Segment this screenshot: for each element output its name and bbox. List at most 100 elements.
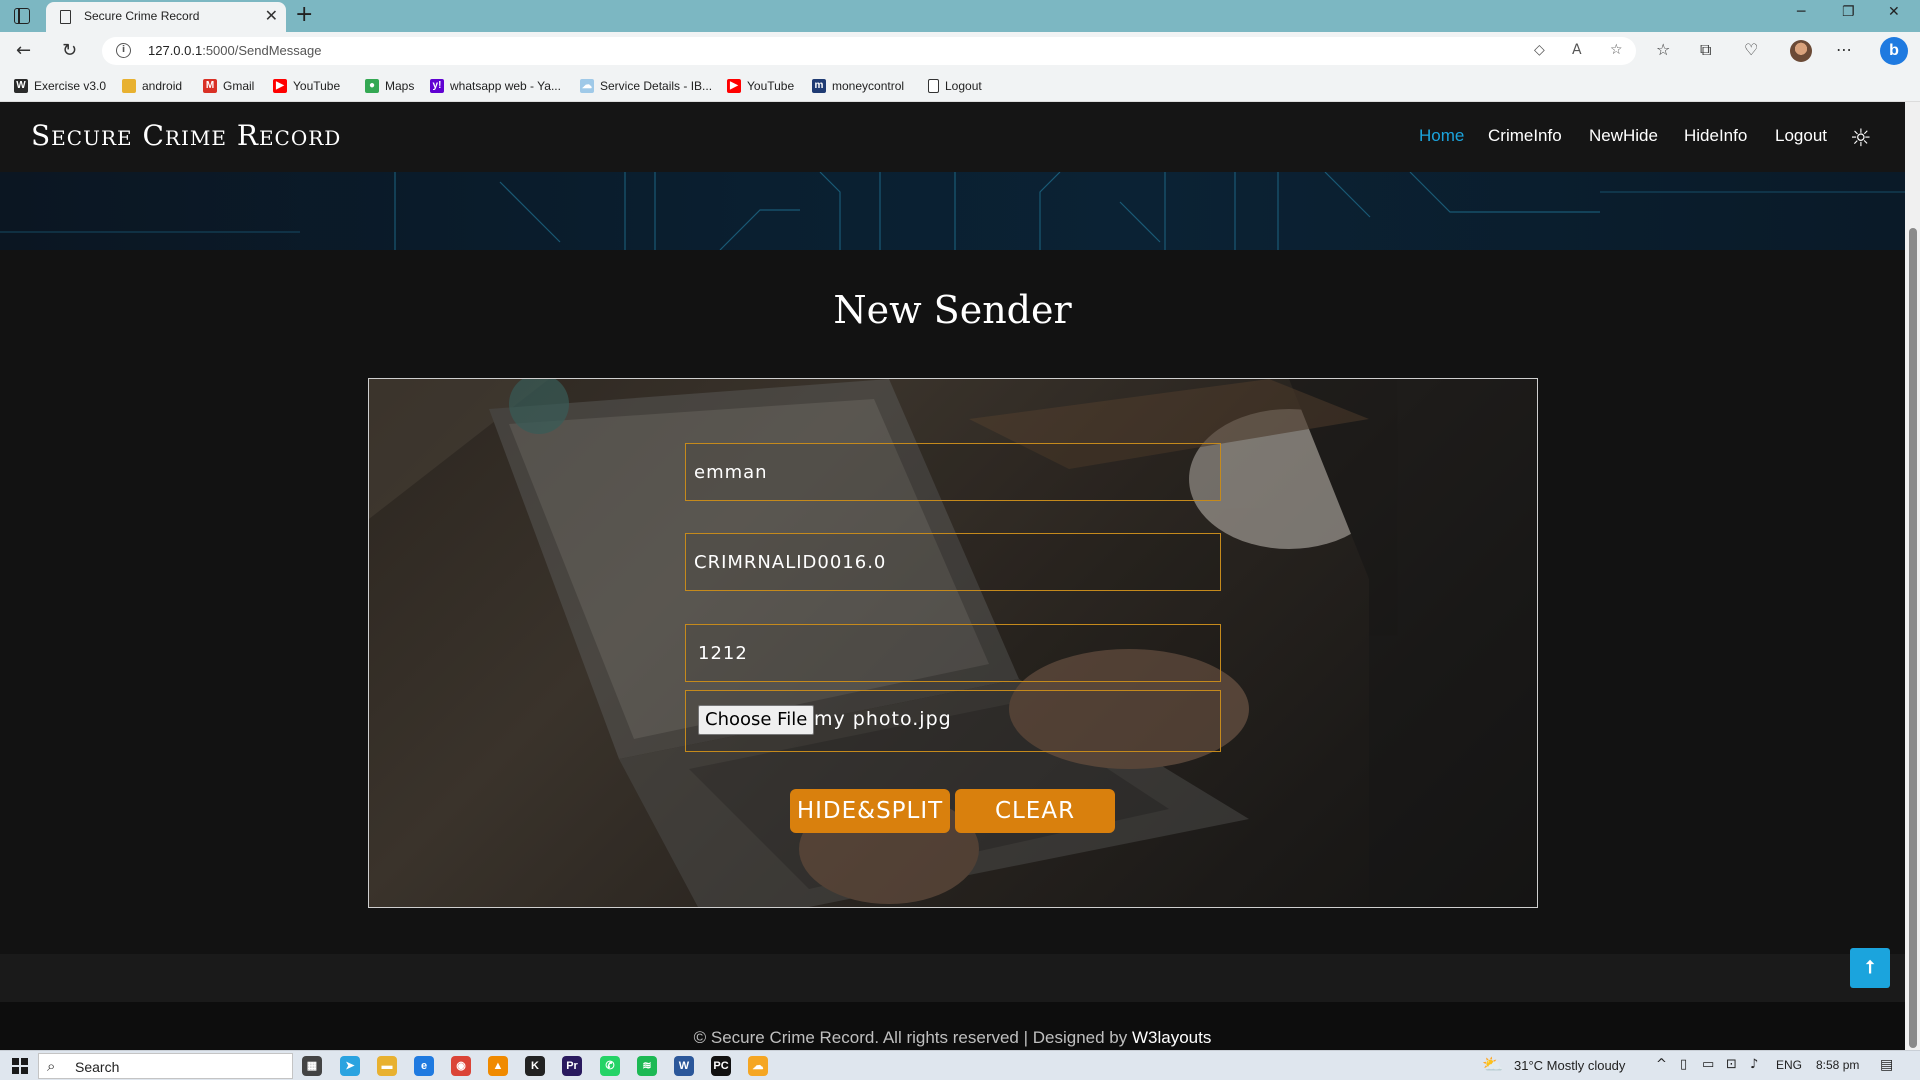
scroll-to-top-button[interactable]: ⭡ [1850,948,1890,988]
minimize-icon[interactable]: ─ [1797,4,1805,20]
tab-actions-icon[interactable] [14,8,30,24]
read-aloud-icon[interactable]: A [1572,42,1582,58]
clock[interactable]: 8:58 pm [1816,1058,1859,1072]
bookmark-icon [928,79,939,93]
bing-icon[interactable]: b [1880,37,1908,65]
bookmark-android[interactable]: android [122,78,182,94]
file-name: my photo.jpg [814,708,952,730]
profile-icon[interactable] [1790,40,1812,62]
premiere-icon[interactable]: Pr [562,1056,582,1076]
word-icon[interactable]: W [674,1056,694,1076]
bookmark-logout[interactable]: Logout [928,78,982,94]
new-tab-icon[interactable]: + [295,2,313,27]
favorites-add-icon[interactable]: ☆ [1610,42,1623,58]
sun-icon[interactable]: ☼ [1850,124,1872,152]
weather-text[interactable]: 31°C Mostly cloudy [1514,1058,1625,1073]
site-navbar: Secure Crime Record Home CrimeInfo NewHi… [0,102,1905,172]
hide-split-button[interactable]: HIDE&SPLIT [790,789,950,833]
windows-start-icon[interactable] [12,1058,28,1074]
footer-strip [0,954,1905,1002]
chevron-up-icon[interactable]: ^ [1656,1057,1667,1072]
site-brand[interactable]: Secure Crime Record [31,119,341,152]
page-title: New Sender [833,288,1072,332]
task-view-icon[interactable]: ▦ [302,1056,322,1076]
crime-id-value: CRIMRNALID0016.0 [694,552,887,573]
favorites-icon[interactable]: ☆ [1656,40,1670,59]
nav-crimeinfo[interactable]: CrimeInfo [1488,126,1562,146]
volume-icon[interactable]: ♪ [1750,1057,1758,1072]
browser-tab-bar: Secure Crime Record ✕ + ─ ❐ ✕ [0,0,1920,32]
onedrive-icon[interactable]: ☁ [748,1056,768,1076]
w3layouts-link[interactable]: W3layouts [1132,1028,1211,1047]
nav-newhide[interactable]: NewHide [1589,126,1658,146]
footer-copyright: © Secure Crime Record. All rights reserv… [693,1028,1212,1047]
bookmark-icon: M [203,79,217,93]
bookmark-label: Maps [385,79,415,93]
notification-icon[interactable]: ▤ [1880,1057,1893,1073]
bookmark-gmail[interactable]: M Gmail [203,78,254,94]
search-label: Search [75,1059,120,1075]
crime-id-field[interactable]: CRIMRNALID0016.0 [685,533,1221,591]
choose-file-button[interactable]: Choose File [698,705,815,735]
extensions-icon[interactable]: ♡ [1744,40,1758,59]
bookmark-service-details[interactable]: ☁ Service Details - IB... [580,78,712,94]
chrome-icon[interactable]: ◉ [451,1056,471,1076]
telegram-icon[interactable]: ➤ [340,1056,360,1076]
bookmark-label: YouTube [747,79,795,93]
bookmark-youtube[interactable]: ▶ YouTube [273,78,340,94]
restore-icon[interactable]: ❐ [1842,4,1855,20]
taskbar-search-input[interactable]: ⌕ Search [38,1053,293,1079]
back-icon[interactable]: ← [16,40,31,61]
site-info-icon[interactable]: i [116,43,131,58]
page-scrollbar[interactable] [1905,102,1920,1050]
page-icon [60,10,71,24]
spotify-icon[interactable]: ≋ [637,1056,657,1076]
sender-form: emman CRIMRNALID0016.0 1212 Choose File … [368,378,1538,908]
pycharm-icon[interactable]: PC [711,1056,731,1076]
nav-logout[interactable]: Logout [1775,126,1827,146]
close-tab-icon[interactable]: ✕ [265,6,278,25]
file-upload-field[interactable]: Choose File my photo.jpg [685,690,1221,752]
nav-hideinfo[interactable]: HideInfo [1684,126,1747,146]
bookmark-label: Logout [945,79,982,93]
url-input[interactable]: i 127.0.0.1:5000/SendMessage ◇ A ☆ [102,37,1636,65]
bookmark-exercise[interactable]: W Exercise v3.0 [14,78,106,94]
more-icon[interactable]: ⋯ [1836,40,1852,59]
battery-icon[interactable]: ▭ [1702,1057,1714,1072]
clear-button[interactable]: CLEAR [955,789,1115,833]
windows-taskbar: ⌕ Search ▦ ➤ ▬ e ◉ ▲ K Pr ✆ ≋ W PC ☁ ⛅ 31°C Mostly c… [0,1050,1920,1080]
bookmark-icon: W [14,79,28,93]
file-explorer-icon[interactable]: ▬ [377,1056,397,1076]
bookmark-whatsapp-web[interactable]: y! whatsapp web - Ya... [430,78,561,94]
bookmark-icon: ▶ [273,79,287,93]
bookmark-icon: ● [365,79,379,93]
close-window-icon[interactable]: ✕ [1888,4,1900,20]
vlc-icon[interactable]: ▲ [488,1056,508,1076]
whatsapp-icon[interactable]: ✆ [600,1056,620,1076]
circuit-banner [0,172,1905,250]
name-field[interactable]: emman [685,443,1221,501]
browser-tab[interactable]: Secure Crime Record ✕ [46,2,286,32]
weather-icon[interactable]: ⛅ [1482,1055,1503,1075]
bookmarks-bar: W Exercise v3.0 android M Gmail ▶ YouTube ● Maps… [0,70,1920,102]
bookmark-label: android [142,79,183,93]
tracking-prevention-icon[interactable]: ◇ [1534,42,1545,58]
language-indicator[interactable]: ENG [1776,1058,1802,1072]
bookmark-maps[interactable]: ● Maps [365,78,414,94]
nav-home[interactable]: Home [1419,126,1464,146]
tray-device-icon[interactable]: ▯ [1680,1057,1687,1072]
kali-icon[interactable]: K [525,1056,545,1076]
bookmark-icon: ▶ [727,79,741,93]
bookmark-moneycontrol[interactable]: m moneycontrol [812,78,904,94]
key-field[interactable]: 1212 [685,624,1221,682]
address-bar-row: ← ↻ i 127.0.0.1:5000/SendMessage ◇ A ☆ ☆… [0,32,1920,70]
collections-icon[interactable]: ⧉ [1700,40,1711,60]
bookmark-label: Exercise v3.0 [34,79,107,93]
tab-title: Secure Crime Record [84,9,200,23]
scrollbar-thumb[interactable] [1909,228,1917,1048]
reload-icon[interactable]: ↻ [62,40,77,61]
bookmark-youtube-2[interactable]: ▶ YouTube [727,78,794,94]
key-value: 1212 [698,643,748,664]
network-icon[interactable]: ⊡ [1726,1057,1737,1072]
edge-icon[interactable]: e [414,1056,434,1076]
